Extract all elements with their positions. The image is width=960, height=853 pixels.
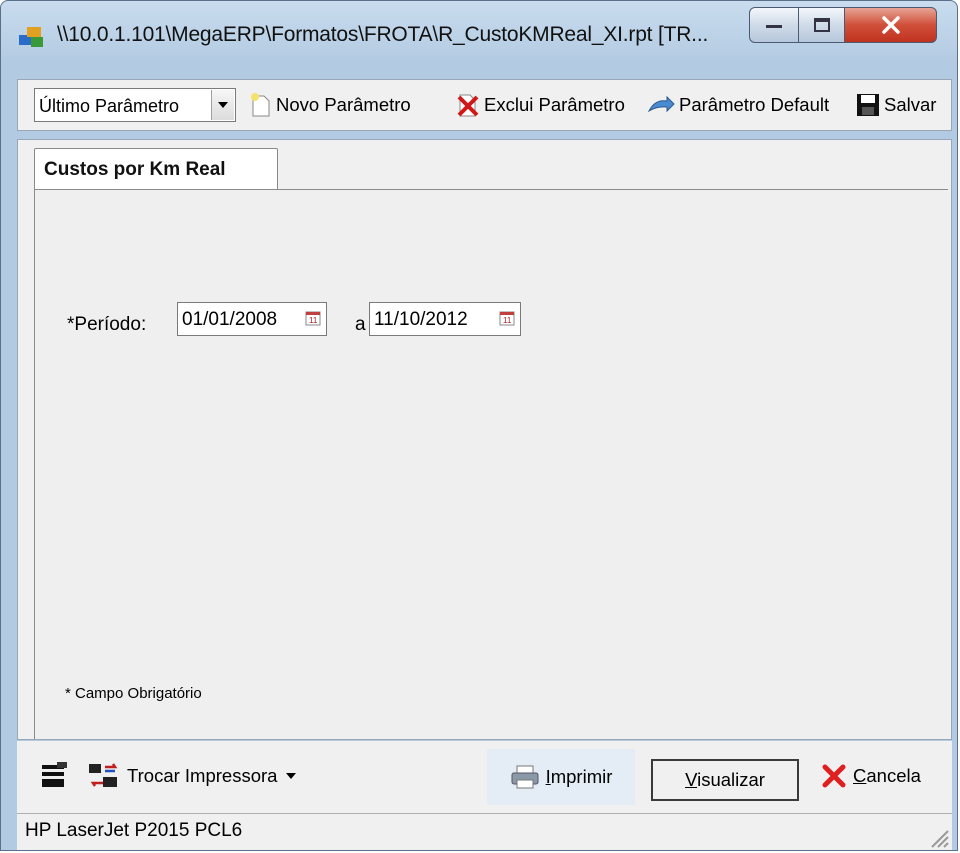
cancel-x-icon	[822, 764, 846, 788]
new-document-icon	[251, 93, 270, 117]
parametro-default-label: Parâmetro Default	[679, 94, 830, 115]
printer-status: HP LaserJet P2015 PCL6	[25, 820, 243, 841]
save-floppy-icon	[857, 94, 879, 116]
report-window: \\10.0.1.101\MegaERP\Formatos\FROTA\R_Cu…	[0, 0, 958, 851]
salvar-label: Salvar	[884, 94, 937, 115]
exclui-parametro-button[interactable]: Exclui Parâmetro	[456, 88, 625, 122]
resize-grip-icon[interactable]	[926, 825, 950, 849]
calendar-icon: 11	[305, 311, 321, 326]
maximize-button[interactable]	[799, 7, 845, 43]
dropdown-arrow-icon	[218, 102, 228, 108]
exclui-parametro-label: Exclui Parâmetro	[484, 94, 625, 115]
delete-x-icon	[457, 94, 479, 117]
close-button[interactable]	[845, 7, 937, 43]
salvar-button[interactable]: Salvar	[856, 88, 936, 122]
app-icon	[19, 27, 43, 47]
tab-label: Custos por Km Real	[44, 159, 226, 180]
date-from-field[interactable]: 01/01/2008 11	[177, 302, 327, 336]
trocar-impressora-button[interactable]: Trocar Impressora	[87, 761, 297, 791]
title-bar[interactable]: \\10.0.1.101\MegaERP\Formatos\FROTA\R_Cu…	[1, 1, 957, 71]
action-bar: Trocar Impressora Imprimir Visualizar Ca…	[17, 741, 952, 813]
default-arrow-icon	[647, 95, 675, 113]
novo-parametro-label: Novo Parâmetro	[276, 94, 411, 115]
minimize-icon	[766, 25, 782, 28]
date-to-value: 11/10/2012	[374, 309, 468, 330]
status-bar: HP LaserJet P2015 PCL6	[17, 813, 952, 850]
parameter-select[interactable]: Último Parâmetro	[34, 88, 236, 122]
calendar-icon: 11	[499, 311, 515, 326]
dropdown-button[interactable]	[211, 90, 234, 120]
minimize-button[interactable]	[749, 7, 799, 43]
printer-icon	[511, 765, 539, 789]
periodo-label: *Período:	[67, 314, 147, 335]
parameter-select-value: Último Parâmetro	[39, 96, 180, 116]
novo-parametro-button[interactable]: Novo Parâmetro	[250, 88, 411, 122]
visualizar-button[interactable]: Visualizar	[651, 759, 799, 801]
svg-text:11: 11	[309, 316, 318, 325]
swap-printer-icon	[89, 763, 118, 787]
svg-text:11: 11	[503, 316, 512, 325]
date-to-calendar-button[interactable]: 11	[498, 309, 516, 327]
maximize-icon	[813, 18, 830, 32]
printer-settings-button[interactable]	[39, 761, 69, 791]
cancela-button[interactable]: Cancela	[821, 763, 921, 789]
window-controls	[749, 7, 937, 43]
visualizar-label: Visualizar	[685, 769, 765, 790]
date-from-value: 01/01/2008	[182, 309, 278, 330]
trocar-impressora-label: Trocar Impressora	[127, 765, 278, 786]
parameter-toolbar: Último Parâmetro Novo Parâmetro Exclui P…	[17, 79, 952, 131]
date-to-field[interactable]: 11/10/2012 11	[369, 302, 521, 336]
tab-custos-km-real[interactable]: Custos por Km Real	[34, 148, 278, 190]
cancela-label: Cancela	[853, 765, 921, 786]
required-field-note: * Campo Obrigatório	[65, 685, 202, 702]
period-separator: a	[355, 314, 366, 335]
window-title: \\10.0.1.101\MegaERP\Formatos\FROTA\R_Cu…	[57, 23, 709, 46]
close-icon	[881, 16, 900, 34]
chevron-down-icon	[286, 773, 297, 779]
parametro-default-button[interactable]: Parâmetro Default	[647, 88, 829, 122]
imprimir-button[interactable]: Imprimir	[487, 749, 635, 805]
tab-panel: *Período: 01/01/2008 11 a 11/10/2012 11 …	[34, 189, 948, 739]
printer-settings-icon	[42, 762, 67, 787]
date-from-calendar-button[interactable]: 11	[304, 309, 322, 327]
imprimir-label: Imprimir	[545, 766, 613, 787]
content-area: Custos por Km Real *Período: 01/01/2008 …	[17, 139, 952, 740]
